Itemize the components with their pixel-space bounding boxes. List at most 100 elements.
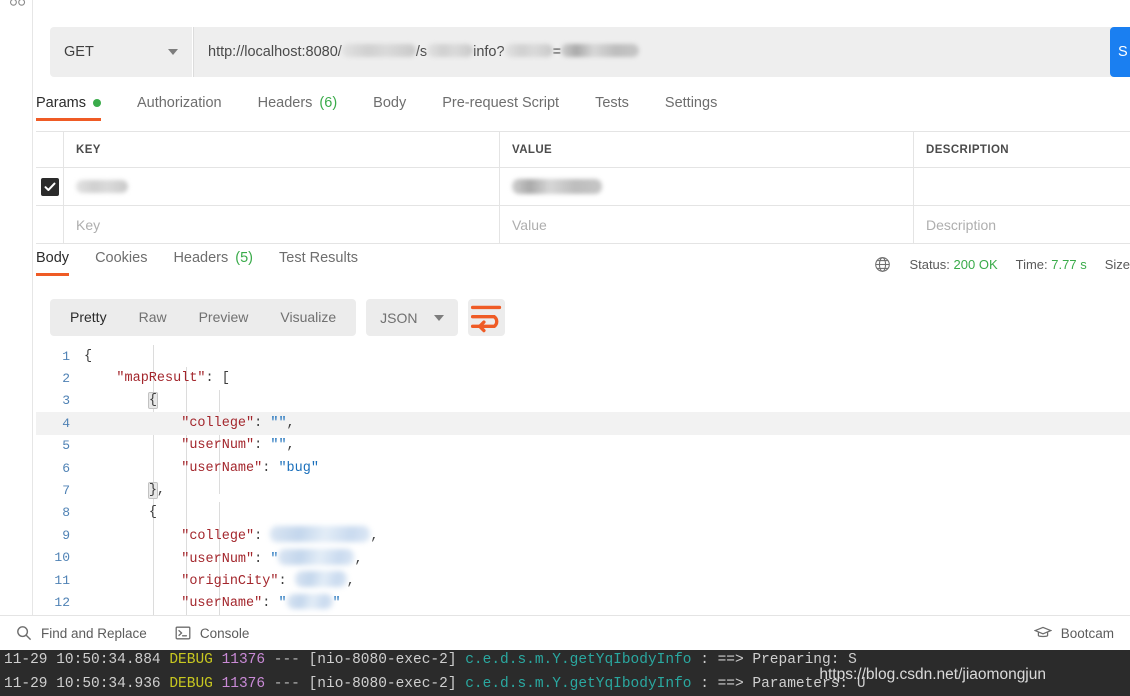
row-checkbox-cell[interactable] <box>36 168 64 205</box>
response-tab-test-results[interactable]: Test Results <box>279 250 358 276</box>
tab-headers[interactable]: Headers (6) <box>258 95 338 121</box>
code-line: 10 "userNum": ", <box>36 547 1130 569</box>
format-tab-raw[interactable]: Raw <box>123 299 183 336</box>
tab-pre-request-script-label: Pre-request Script <box>442 95 560 111</box>
response-tab-headers-label: Headers <box>173 250 229 266</box>
send-button[interactable]: S <box>1110 27 1130 77</box>
bootcamp-label: Bootcam <box>1060 625 1114 641</box>
table-row[interactable] <box>36 168 1130 206</box>
tab-settings-label: Settings <box>664 95 718 111</box>
tab-params[interactable]: Params <box>36 95 101 121</box>
url-input[interactable]: http://localhost:8080/ /s info? = <box>193 27 1130 77</box>
row-description-cell[interactable] <box>914 168 1130 205</box>
table-row-empty[interactable]: Key Value Description <box>36 206 1130 244</box>
format-toolbar: Pretty Raw Preview Visualize JSON <box>50 299 505 336</box>
status-group: Status: 200 OK <box>909 257 997 272</box>
log-line: 11-29 10:50:34.884 DEBUG 11376 --- [nio-… <box>0 650 1130 672</box>
status-badge: 200 OK <box>953 257 998 272</box>
console-button[interactable]: Console <box>175 625 249 641</box>
table-header-row: KEY VALUE DESCRIPTION <box>36 132 1130 168</box>
word-wrap-button[interactable] <box>467 299 505 336</box>
column-header-description: DESCRIPTION <box>926 143 1009 156</box>
tab-headers-count: (6) <box>319 95 338 111</box>
tab-settings[interactable]: Settings <box>665 95 717 121</box>
search-icon <box>17 626 32 641</box>
response-tab-cookies-label: Cookies <box>95 250 148 266</box>
url-redaction-4 <box>561 44 640 57</box>
method-selector[interactable]: GET <box>50 27 192 77</box>
tab-params-label: Params <box>36 95 86 111</box>
code-text: { <box>84 348 93 364</box>
code-line: 6 "userName": "bug" <box>36 457 1130 479</box>
log-thread: [nio-8080-exec-2] <box>308 652 457 668</box>
graduation-cap-icon <box>1033 626 1052 638</box>
code-text: "userName": "bug" <box>181 460 319 476</box>
time-value: 7.77 s <box>1051 257 1087 272</box>
line-number: 12 <box>54 594 70 610</box>
line-number: 7 <box>62 483 70 499</box>
log-message: : ==> Preparing: S <box>700 652 857 668</box>
tab-authorization[interactable]: Authorization <box>137 95 222 121</box>
row-value-cell[interactable] <box>500 168 914 205</box>
empty-row-description-cell[interactable]: Description <box>914 206 1130 243</box>
code-text: "userNum": "", <box>181 438 295 454</box>
response-tab-headers[interactable]: Headers (5) <box>173 250 253 276</box>
code-line: 2 "mapResult": [ <box>36 367 1130 389</box>
header-cell-checkbox <box>36 132 64 167</box>
log-pid: 11376 <box>221 676 266 692</box>
console-log-panel: 11-29 10:50:34.884 DEBUG 11376 --- [nio-… <box>0 650 1130 696</box>
log-level: DEBUG <box>169 652 213 668</box>
bootcamp-button[interactable]: Bootcam <box>1033 625 1114 641</box>
value-redaction <box>294 571 347 588</box>
code-text: { <box>147 392 158 410</box>
bottom-status-bar: Find and Replace Console Bootcam <box>0 615 1130 650</box>
format-tab-visualize[interactable]: Visualize <box>264 299 352 336</box>
response-tab-headers-count: (5) <box>235 250 253 266</box>
url-mid2: info? <box>473 44 505 60</box>
line-number: 1 <box>62 348 70 364</box>
log-timestamp: 11-29 10:50:34.884 <box>4 652 161 668</box>
log-logger: c.e.d.s.m.Y.getYqIbodyInfo <box>465 676 692 692</box>
size-label: Size <box>1104 257 1130 272</box>
url-mid: /s <box>415 44 428 60</box>
line-number: 3 <box>62 393 70 409</box>
find-and-replace-button[interactable]: Find and Replace <box>16 625 147 641</box>
response-body-editor[interactable]: 1 { 2 "mapResult": [ 3 { 4 "college": ""… <box>36 345 1130 615</box>
time-group: Time: 7.77 s <box>1016 257 1087 272</box>
status-label: Status: <box>909 257 950 272</box>
row-key-cell[interactable] <box>64 168 500 205</box>
code-text: "userNum": ", <box>84 548 363 567</box>
empty-row-checkbox-cell[interactable] <box>36 206 64 243</box>
response-tab-test-results-label: Test Results <box>279 250 358 266</box>
code-text: "originCity": , <box>84 571 355 589</box>
line-number: 4 <box>62 415 70 431</box>
tab-authorization-label: Authorization <box>136 95 222 111</box>
tab-pre-request-script[interactable]: Pre-request Script <box>442 95 559 121</box>
empty-row-key-cell[interactable]: Key <box>64 206 500 243</box>
value-redaction <box>270 526 371 543</box>
request-bar: GET http://localhost:8080/ /s info? = <box>50 27 1130 77</box>
binoculars-icon[interactable] <box>8 0 28 12</box>
log-logger: c.e.d.s.m.Y.getYqIbodyInfo <box>465 652 692 668</box>
chevron-down-icon <box>433 314 444 321</box>
url-redaction-3 <box>504 44 553 57</box>
empty-row-value-cell[interactable]: Value <box>500 206 914 243</box>
format-tab-preview[interactable]: Preview <box>183 299 265 336</box>
tab-tests[interactable]: Tests <box>595 95 629 121</box>
row-checkbox[interactable] <box>40 177 59 196</box>
tab-body[interactable]: Body <box>373 95 406 121</box>
code-text: "userName": " " <box>181 593 341 611</box>
row-value-redaction <box>512 179 602 194</box>
globe-icon[interactable] <box>874 256 891 273</box>
format-tab-pretty[interactable]: Pretty <box>54 299 123 336</box>
line-number: 5 <box>62 438 70 454</box>
format-type-select[interactable]: JSON <box>366 299 458 336</box>
terminal-icon <box>175 626 191 640</box>
value-redaction <box>278 548 355 565</box>
code-line: 11 "originCity": , <box>36 569 1130 591</box>
key-input-placeholder: Key <box>76 216 101 233</box>
url-text: http://localhost:8080/ /s info? = <box>208 44 640 60</box>
response-tab-cookies[interactable]: Cookies <box>95 250 147 276</box>
response-tab-body[interactable]: Body <box>36 250 70 276</box>
line-number: 8 <box>62 505 70 521</box>
